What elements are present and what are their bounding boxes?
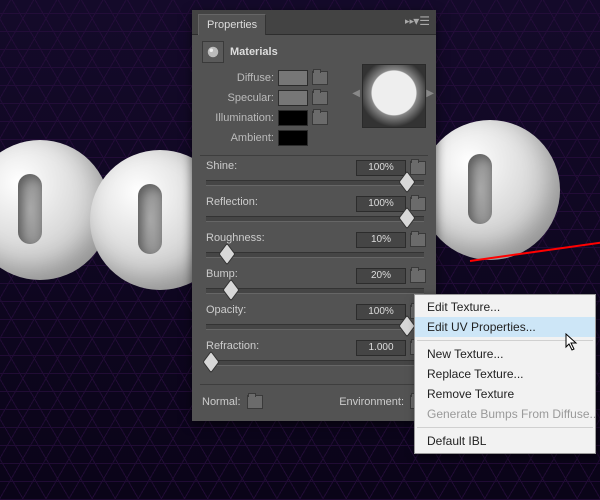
materials-header: Materials <box>192 35 436 67</box>
specular-texture-icon[interactable] <box>312 91 328 105</box>
bump-value[interactable]: 20% <box>356 268 406 284</box>
texture-context-menu: Edit Texture... Edit UV Properties... Ne… <box>414 294 596 454</box>
specular-label: Specular: <box>202 92 274 104</box>
shine-value[interactable]: 100% <box>356 160 406 176</box>
panel-header: Properties ▸▸ ▾☰ <box>192 10 436 35</box>
normal-label: Normal: <box>202 396 241 408</box>
reflection-slider[interactable] <box>206 216 424 222</box>
roughness-value[interactable]: 10% <box>356 232 406 248</box>
diffuse-swatch[interactable] <box>278 70 308 86</box>
roughness-row: Roughness: 10% <box>192 232 436 268</box>
bump-row: Bump: 20% <box>192 268 436 304</box>
menu-remove-texture[interactable]: Remove Texture <box>415 384 595 404</box>
bump-label: Bump: <box>206 268 238 280</box>
illumination-swatch[interactable] <box>278 110 308 126</box>
preview-next-icon[interactable]: ▶ <box>426 88 434 99</box>
specular-swatch[interactable] <box>278 90 308 106</box>
materials-title: Materials <box>230 46 278 58</box>
illumination-texture-icon[interactable] <box>312 111 328 125</box>
roughness-texture-icon[interactable] <box>410 233 426 247</box>
opacity-label: Opacity: <box>206 304 246 316</box>
preview-prev-icon[interactable]: ◀ <box>352 88 360 99</box>
reflection-label: Reflection: <box>206 196 258 208</box>
materials-icon <box>202 41 224 63</box>
reflection-texture-icon[interactable] <box>410 197 426 211</box>
ambient-swatch[interactable] <box>278 130 308 146</box>
ambient-row: Ambient: <box>192 129 436 147</box>
menu-separator <box>417 427 593 428</box>
material-preview[interactable] <box>362 64 426 128</box>
refraction-slider-thumb[interactable] <box>202 351 219 374</box>
shine-label: Shine: <box>206 160 237 172</box>
normal-env-row: Normal: Environment: <box>192 389 436 411</box>
refraction-value[interactable]: 1.000 <box>356 340 406 356</box>
refraction-slider[interactable] <box>206 360 424 366</box>
bump-texture-icon[interactable] <box>410 269 426 283</box>
cursor-pointer-icon <box>565 333 579 353</box>
shine-slider[interactable] <box>206 180 424 186</box>
refraction-row: Refraction: 1.000 <box>192 340 436 376</box>
bump-slider-thumb[interactable] <box>222 279 239 302</box>
divider <box>200 155 428 156</box>
opacity-value[interactable]: 100% <box>356 304 406 320</box>
shine-texture-icon[interactable] <box>410 161 426 175</box>
menu-replace-texture[interactable]: Replace Texture... <box>415 364 595 384</box>
environment-label: Environment: <box>339 396 404 408</box>
opacity-row: Opacity: 100% <box>192 304 436 340</box>
properties-panel: Properties ▸▸ ▾☰ Materials ◀ ▶ Diffuse: … <box>192 10 436 421</box>
divider <box>200 384 428 385</box>
menu-default-ibl[interactable]: Default IBL <box>415 431 595 451</box>
menu-generate-bumps: Generate Bumps From Diffuse.. <box>415 404 595 424</box>
illumination-label: Illumination: <box>202 112 274 124</box>
normal-texture-icon[interactable] <box>247 395 263 409</box>
ambient-label: Ambient: <box>202 132 274 144</box>
diffuse-texture-icon[interactable] <box>312 71 328 85</box>
refraction-label: Refraction: <box>206 340 259 352</box>
roughness-label: Roughness: <box>206 232 265 244</box>
roughness-slider[interactable] <box>206 252 424 258</box>
panel-menu-icon[interactable]: ▾☰ <box>413 14 430 28</box>
mesh-object[interactable] <box>420 120 560 260</box>
shine-row: Shine: 100% <box>192 160 436 196</box>
roughness-slider-thumb[interactable] <box>218 243 235 266</box>
reflection-value[interactable]: 100% <box>356 196 406 212</box>
diffuse-label: Diffuse: <box>202 72 274 84</box>
menu-edit-texture[interactable]: Edit Texture... <box>415 297 595 317</box>
opacity-slider[interactable] <box>206 324 424 330</box>
reflection-row: Reflection: 100% <box>192 196 436 232</box>
properties-tab[interactable]: Properties <box>198 14 266 35</box>
